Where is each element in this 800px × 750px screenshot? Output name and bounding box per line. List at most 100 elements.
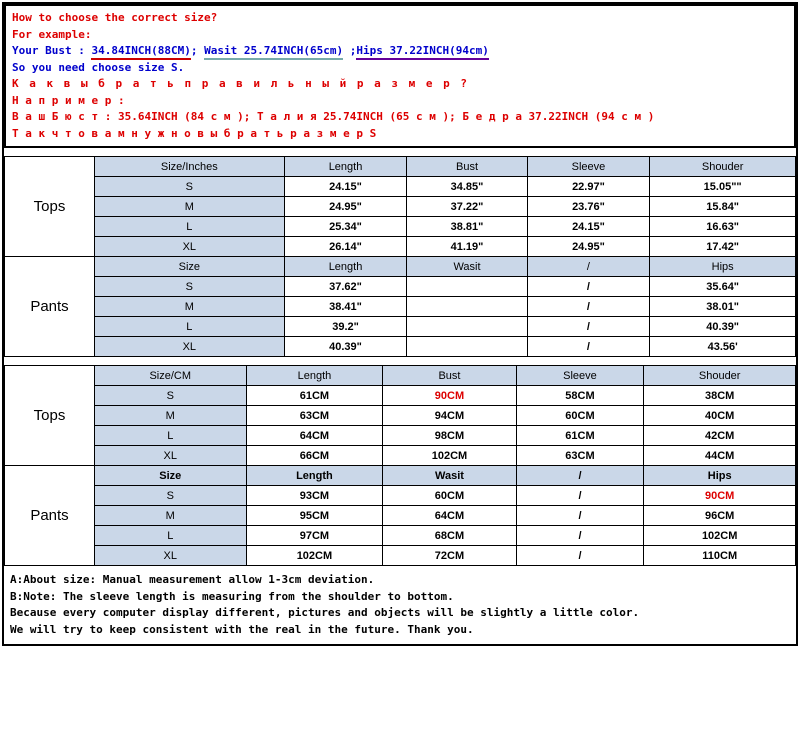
size-table-inches: TopsSize/InchesLengthBustSleeveShouderS2… [4, 156, 796, 357]
value-cell: 60CM [516, 406, 644, 426]
value-cell: 26.14" [284, 237, 407, 257]
value-cell: 102CM [383, 446, 516, 466]
value-cell: 90CM [383, 386, 516, 406]
value-cell: 72CM [383, 546, 516, 566]
value-cell: 64CM [246, 426, 383, 446]
value-cell: 38.81" [407, 217, 527, 237]
size-cell: L [95, 426, 247, 446]
value-cell: 64CM [383, 506, 516, 526]
value-cell: / [516, 526, 644, 546]
value-cell: 24.95" [527, 237, 650, 257]
value-cell: 44CM [644, 446, 796, 466]
size-cell: S [95, 277, 285, 297]
header-cell: Length [284, 257, 407, 277]
value-cell: / [516, 486, 644, 506]
size-cell: L [95, 217, 285, 237]
value-cell: 63CM [246, 406, 383, 426]
ru-example-label: Н а п р и м е р : [12, 93, 788, 110]
value-cell: 40CM [644, 406, 796, 426]
value-cell: 66CM [246, 446, 383, 466]
value-cell: 15.84" [650, 197, 796, 217]
header-cell: Sleeve [527, 157, 650, 177]
size-cell: M [95, 197, 285, 217]
value-cell: 39.2" [284, 317, 407, 337]
value-cell: 24.15" [284, 177, 407, 197]
value-cell: 23.76" [527, 197, 650, 217]
how-to-title: How to choose the correct size? [12, 10, 788, 27]
category-cell: Pants [5, 257, 95, 357]
note-a: A:About size: Manual measurement allow 1… [10, 572, 790, 589]
header-cell: Length [246, 366, 383, 386]
header-cell: Sleeve [516, 366, 644, 386]
value-cell: 60CM [383, 486, 516, 506]
value-cell: 24.15" [527, 217, 650, 237]
note-c: Because every computer display different… [10, 605, 790, 622]
value-cell [407, 277, 527, 297]
value-cell: 40.39" [650, 317, 796, 337]
value-cell: 61CM [516, 426, 644, 446]
value-cell: 37.62" [284, 277, 407, 297]
size-cell: M [95, 506, 247, 526]
value-cell: 98CM [383, 426, 516, 446]
size-cell: L [95, 526, 247, 546]
header-cell: Shouder [644, 366, 796, 386]
size-cell: XL [95, 546, 247, 566]
example-label: For example: [12, 27, 788, 44]
instruction-box: How to choose the correct size? For exam… [4, 4, 796, 148]
category-cell: Pants [5, 466, 95, 566]
category-cell: Tops [5, 157, 95, 257]
value-cell: 41.19" [407, 237, 527, 257]
header-cell: Hips [650, 257, 796, 277]
ru-example-line: В а ш Б ю с т : 35.64INCH (84 с м ); Т а… [12, 109, 788, 126]
value-cell: / [527, 337, 650, 357]
value-cell: 16.63" [650, 217, 796, 237]
size-cell: M [95, 406, 247, 426]
note-b: B:Note: The sleeve length is measuring f… [10, 589, 790, 606]
value-cell: 102CM [246, 546, 383, 566]
header-cell: Wasit [383, 466, 516, 486]
value-cell: / [516, 506, 644, 526]
value-cell: 15.05"" [650, 177, 796, 197]
value-cell: 43.56' [650, 337, 796, 357]
value-cell: / [527, 277, 650, 297]
header-cell: / [516, 466, 644, 486]
value-cell: 90CM [644, 486, 796, 506]
page-outer: How to choose the correct size? For exam… [2, 2, 798, 646]
value-cell: 38.41" [284, 297, 407, 317]
header-cell: Bust [407, 157, 527, 177]
table-inches-block: TopsSize/InchesLengthBustSleeveShouderS2… [4, 156, 796, 357]
size-table-cm: TopsSize/CMLengthBustSleeveShouderS61CM9… [4, 365, 796, 566]
value-cell: 96CM [644, 506, 796, 526]
header-cell: Bust [383, 366, 516, 386]
note-d: We will try to keep consistent with the … [10, 622, 790, 639]
header-cell: Wasit [407, 257, 527, 277]
header-cell: Size [95, 466, 247, 486]
example-line-en: Your Bust : 34.84INCH(88CM); Wasit 25.74… [12, 43, 788, 60]
value-cell: 22.97" [527, 177, 650, 197]
ru-conclusion: Т а к ч т о в а м н у ж н о в ы б р а т … [12, 126, 788, 143]
value-cell: 95CM [246, 506, 383, 526]
size-cell: M [95, 297, 285, 317]
value-cell: 42CM [644, 426, 796, 446]
size-cell: XL [95, 337, 285, 357]
value-cell: 38.01" [650, 297, 796, 317]
size-cell: S [95, 177, 285, 197]
value-cell [407, 297, 527, 317]
header-cell: Length [246, 466, 383, 486]
value-cell: 97CM [246, 526, 383, 546]
value-cell: / [516, 546, 644, 566]
header-cell: Size/CM [95, 366, 247, 386]
header-cell: Hips [644, 466, 796, 486]
value-cell: 38CM [644, 386, 796, 406]
value-cell: 68CM [383, 526, 516, 546]
waist-label: Wasit 25.74INCH(65cm) [204, 44, 343, 60]
value-cell: 25.34" [284, 217, 407, 237]
size-cell: S [95, 486, 247, 506]
size-cell: XL [95, 237, 285, 257]
value-cell: 110CM [644, 546, 796, 566]
value-cell: 63CM [516, 446, 644, 466]
size-cell: XL [95, 446, 247, 466]
header-cell: Size/Inches [95, 157, 285, 177]
value-cell: 34.85" [407, 177, 527, 197]
size-cell: L [95, 317, 285, 337]
